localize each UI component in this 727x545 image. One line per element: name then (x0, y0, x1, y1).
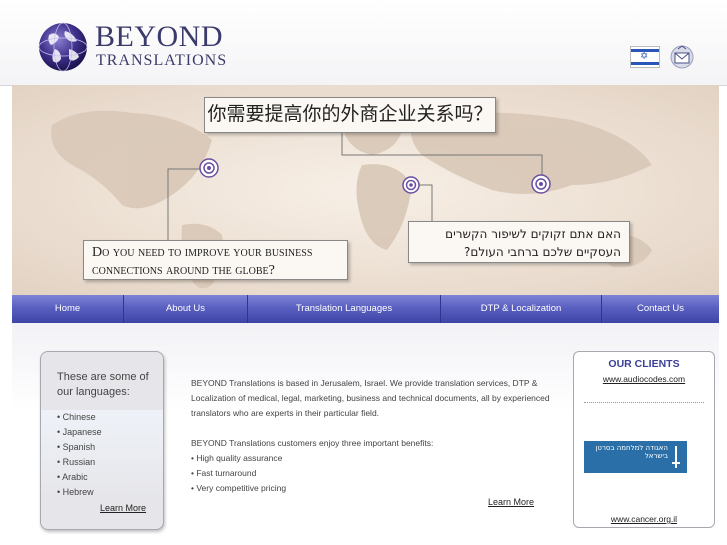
nav-dtp-localization[interactable]: DTP & Localization (441, 295, 601, 323)
globe-logo-icon[interactable] (37, 21, 89, 73)
main-nav: Home About Us Translation Languages DTP … (12, 295, 719, 323)
divider (584, 402, 704, 403)
intro-text: BEYOND Translations is based in Jerusale… (191, 376, 559, 496)
client-link-cancer-org[interactable]: www.cancer.org.il (574, 514, 714, 524)
list-item: • Hebrew (57, 487, 94, 497)
nav-translation-languages[interactable]: Translation Languages (248, 295, 440, 323)
nav-about-us[interactable]: About Us (124, 295, 247, 323)
chinese-tagline: 你需要提高你的外商企业关系吗？ (204, 97, 496, 133)
benefits-intro: BEYOND Translations customers enjoy thre… (191, 438, 434, 448)
hero-banner: 你需要提高你的外商企业关系吗？ Do you need to improve y… (12, 85, 719, 295)
cancer-association-logo[interactable]: האגודה למלחמה בסרטן בישראל (584, 441, 687, 473)
nav-contact-us[interactable]: Contact Us (602, 295, 719, 323)
israel-flag-icon[interactable]: ✡ (630, 46, 660, 68)
clients-box: OUR CLIENTS www.audiocodes.com האגודה למ… (573, 351, 715, 528)
brand-name: BEYOND (95, 20, 223, 53)
intro-paragraph: BEYOND Translations is based in Jerusale… (191, 378, 550, 418)
languages-panel: These are some of our languages: • Chine… (40, 351, 164, 530)
site-header: BEYOND TRANSLATIONS ✡ (0, 0, 727, 86)
list-item: • Japanese (57, 427, 102, 437)
benefit-item: • Very competitive pricing (191, 483, 287, 493)
hebrew-tagline: האם אתם זקוקים לשיפור הקשרים העסקיים שלכ… (408, 221, 630, 263)
list-item: • Arabic (57, 472, 88, 482)
client-logo-text: האגודה למלחמה בסרטן בישראל (595, 444, 669, 460)
languages-learn-more-link[interactable]: Learn More (100, 503, 146, 513)
list-item: • Spanish (57, 442, 96, 452)
languages-list: • Chinese • Japanese • Spanish • Russian… (41, 410, 163, 500)
list-item: • Chinese (57, 412, 96, 422)
list-item: • Russian (57, 457, 96, 467)
client-link-audiocodes[interactable]: www.audiocodes.com (574, 374, 714, 384)
target-marker-icon (531, 174, 551, 194)
target-marker-icon (199, 158, 219, 178)
target-marker-icon (402, 176, 420, 194)
benefit-item: • Fast turnaround (191, 468, 257, 478)
brand-subtitle: TRANSLATIONS (96, 52, 228, 69)
main-learn-more-link[interactable]: Learn More (488, 497, 534, 507)
mail-envelope-icon[interactable] (670, 45, 694, 69)
languages-panel-title: These are some of our languages: (57, 371, 149, 398)
sword-icon (672, 446, 680, 468)
clients-title: OUR CLIENTS (608, 358, 680, 370)
benefit-item: • High quality assurance (191, 453, 283, 463)
nav-home[interactable]: Home (12, 295, 123, 323)
english-tagline: Do you need to improve your business con… (83, 240, 348, 280)
